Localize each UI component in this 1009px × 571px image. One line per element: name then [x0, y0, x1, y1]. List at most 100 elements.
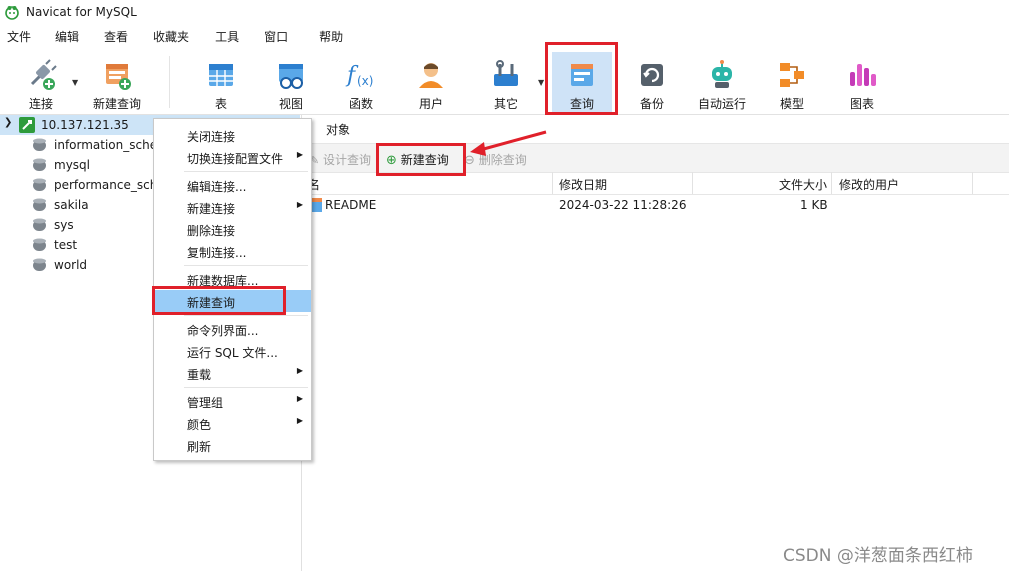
backup-button[interactable]: 备份 [617, 52, 687, 112]
menu-favorites[interactable]: 收藏夹 [140, 28, 201, 45]
database-icon [33, 258, 46, 271]
menu-bar: 文件 编辑 查看 收藏夹 工具 窗口 帮助 [0, 26, 1009, 46]
other-label: 其它 [493, 97, 518, 111]
menu-edit-connection[interactable]: 编辑连接... [154, 174, 311, 196]
other-button[interactable]: 其它 [471, 52, 541, 112]
auto-run-label: 自动运行 [697, 97, 746, 111]
file-list-header: 名 修改日期 文件大小 修改的用户 [302, 172, 1009, 195]
table-label: 表 [214, 97, 227, 111]
navicat-logo-icon [5, 6, 19, 20]
menu-window[interactable]: 窗口 [251, 28, 300, 45]
new-query-button[interactable]: 新建查询 [82, 52, 152, 112]
menu-switch-profile[interactable]: 切换连接配置文件 ▶ [154, 146, 311, 168]
connect-label: 连接 [28, 97, 53, 111]
chevron-right-icon: ▶ [296, 200, 303, 209]
file-row[interactable]: README 2024-03-22 11:28:26 1 KB [302, 195, 1009, 215]
menu-help[interactable]: 帮助 [300, 28, 355, 45]
menu-command-line[interactable]: 命令列界面... [154, 318, 311, 340]
query-button-highlight [545, 42, 618, 115]
robot-icon [712, 60, 732, 88]
watermark: CSDN @洋葱面条西红柿 [783, 546, 973, 566]
tab-objects[interactable]: 对象 [310, 115, 370, 143]
file-modified: 2024-03-22 11:28:26 [559, 198, 687, 212]
title-bar: Navicat for MySQL [0, 0, 1009, 24]
menu-separator [184, 171, 308, 172]
toolbar-separator [169, 56, 170, 108]
main-tab-bar: 对象 [302, 115, 1009, 143]
user-label: 用户 [418, 97, 443, 111]
column-size[interactable]: 文件大小 [779, 176, 827, 193]
menu-edit[interactable]: 编辑 [43, 28, 91, 45]
menu-delete-connection[interactable]: 删除连接 [154, 218, 311, 240]
connection-name: 10.137.121.35 [41, 118, 129, 132]
new-query-icon [106, 64, 131, 90]
chevron-down-icon[interactable]: ❯ [4, 117, 12, 128]
chart-icon [850, 64, 876, 86]
view-label: 视图 [278, 97, 303, 111]
column-divider [552, 172, 553, 194]
menu-separator [184, 315, 308, 316]
design-query-button[interactable]: ✎ 设计查询 [310, 151, 371, 168]
tools-icon [494, 60, 518, 86]
database-name: sakila [54, 198, 89, 212]
main-toolbar: 连接 ▼ 新建查询 表 视图 f (x) 函数 用户 其它 ▼ 查询 备份 自动… [0, 48, 1009, 115]
file-size: 1 KB [800, 198, 828, 212]
column-divider [692, 172, 693, 194]
database-icon [33, 198, 46, 211]
database-icon [33, 138, 46, 151]
menu-tools[interactable]: 工具 [201, 28, 251, 45]
chevron-right-icon: ▶ [296, 394, 303, 403]
chevron-right-icon: ▶ [296, 416, 303, 425]
chevron-right-icon: ▶ [296, 366, 303, 375]
function-label: 函数 [348, 97, 373, 111]
chevron-right-icon: ▶ [296, 150, 303, 159]
plug-icon [30, 59, 57, 90]
backup-icon [641, 64, 663, 86]
menu-view[interactable]: 查看 [91, 28, 140, 45]
menu-close-connection[interactable]: 关闭连接 [154, 124, 311, 146]
database-name: test [54, 238, 78, 252]
database-icon [33, 178, 46, 191]
column-user[interactable]: 修改的用户 [839, 176, 899, 193]
view-icon [279, 64, 303, 89]
table-button[interactable]: 表 [186, 52, 256, 112]
database-name: mysql [54, 158, 90, 172]
menu-new-connection[interactable]: 新建连接 ▶ [154, 196, 311, 218]
menu-file[interactable]: 文件 [0, 28, 43, 45]
backup-label: 备份 [639, 97, 664, 111]
window-title: Navicat for MySQL [26, 5, 137, 19]
other-dropdown-icon[interactable]: ▼ [538, 78, 544, 87]
connection-icon [19, 117, 35, 133]
column-modified[interactable]: 修改日期 [559, 176, 607, 193]
auto-run-button[interactable]: 自动运行 [687, 52, 757, 112]
design-query-label: 设计查询 [323, 153, 372, 167]
menu-color[interactable]: 颜色 ▶ [154, 412, 311, 434]
user-icon [419, 63, 443, 88]
connect-dropdown-icon[interactable]: ▼ [72, 78, 78, 87]
menu-copy-connection[interactable]: 复制连接... [154, 240, 311, 262]
context-new-query-highlight [152, 286, 286, 315]
chart-label: 图表 [849, 97, 874, 111]
table-icon [209, 64, 233, 86]
function-button[interactable]: f (x) 函数 [326, 52, 396, 112]
column-divider [831, 172, 832, 194]
new-query-label: 新建查询 [92, 97, 141, 111]
menu-manage-group[interactable]: 管理组 ▶ [154, 390, 311, 412]
tab-objects-label: 对象 [326, 123, 351, 137]
user-button[interactable]: 用户 [396, 52, 466, 112]
menu-refresh[interactable]: 刷新 [154, 434, 311, 456]
view-button[interactable]: 视图 [256, 52, 326, 112]
model-icon [780, 63, 804, 87]
menu-reload[interactable]: 重载 ▶ [154, 362, 311, 384]
svg-text:(x): (x) [357, 74, 373, 88]
menu-run-sql-file[interactable]: 运行 SQL 文件... [154, 340, 311, 362]
database-icon [33, 218, 46, 231]
chart-button[interactable]: 图表 [827, 52, 897, 112]
file-name: README [325, 198, 377, 212]
connect-button[interactable]: 连接 [6, 52, 76, 112]
database-name: world [54, 258, 88, 272]
model-button[interactable]: 模型 [757, 52, 827, 112]
function-icon: f (x) [345, 63, 373, 88]
column-divider [972, 172, 973, 194]
model-label: 模型 [779, 97, 804, 111]
